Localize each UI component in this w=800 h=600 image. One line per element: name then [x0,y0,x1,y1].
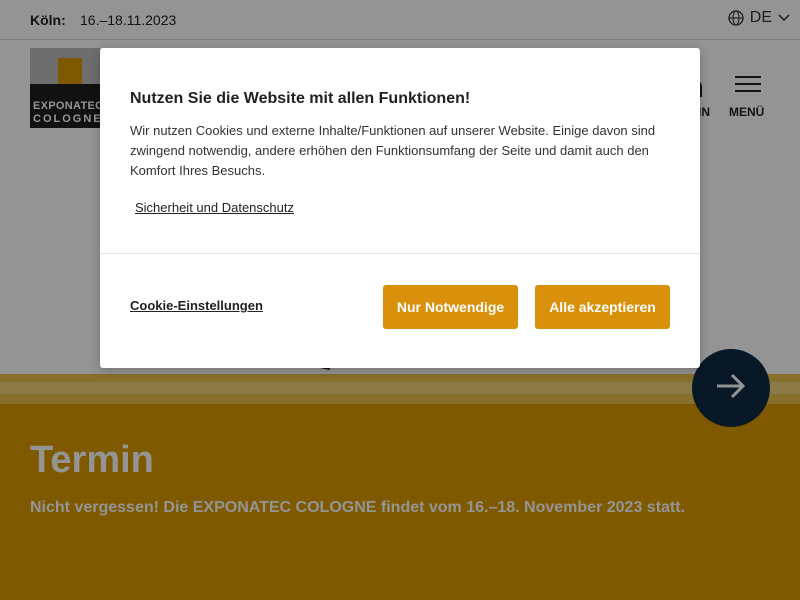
dialog-body: Wir nutzen Cookies und externe Inhalte/F… [130,123,656,178]
accept-all-button[interactable]: Alle akzeptieren [535,285,670,329]
necessary-only-button[interactable]: Nur Notwendige [383,285,518,329]
dialog-divider [100,253,700,254]
privacy-link[interactable]: Sicherheit und Datenschutz [135,200,294,215]
cookie-dialog: Nutzen Sie die Website mit allen Funktio… [100,48,700,368]
cookie-settings-link[interactable]: Cookie-Einstellungen [130,298,263,313]
dialog-title: Nutzen Sie die Website mit allen Funktio… [130,90,471,107]
